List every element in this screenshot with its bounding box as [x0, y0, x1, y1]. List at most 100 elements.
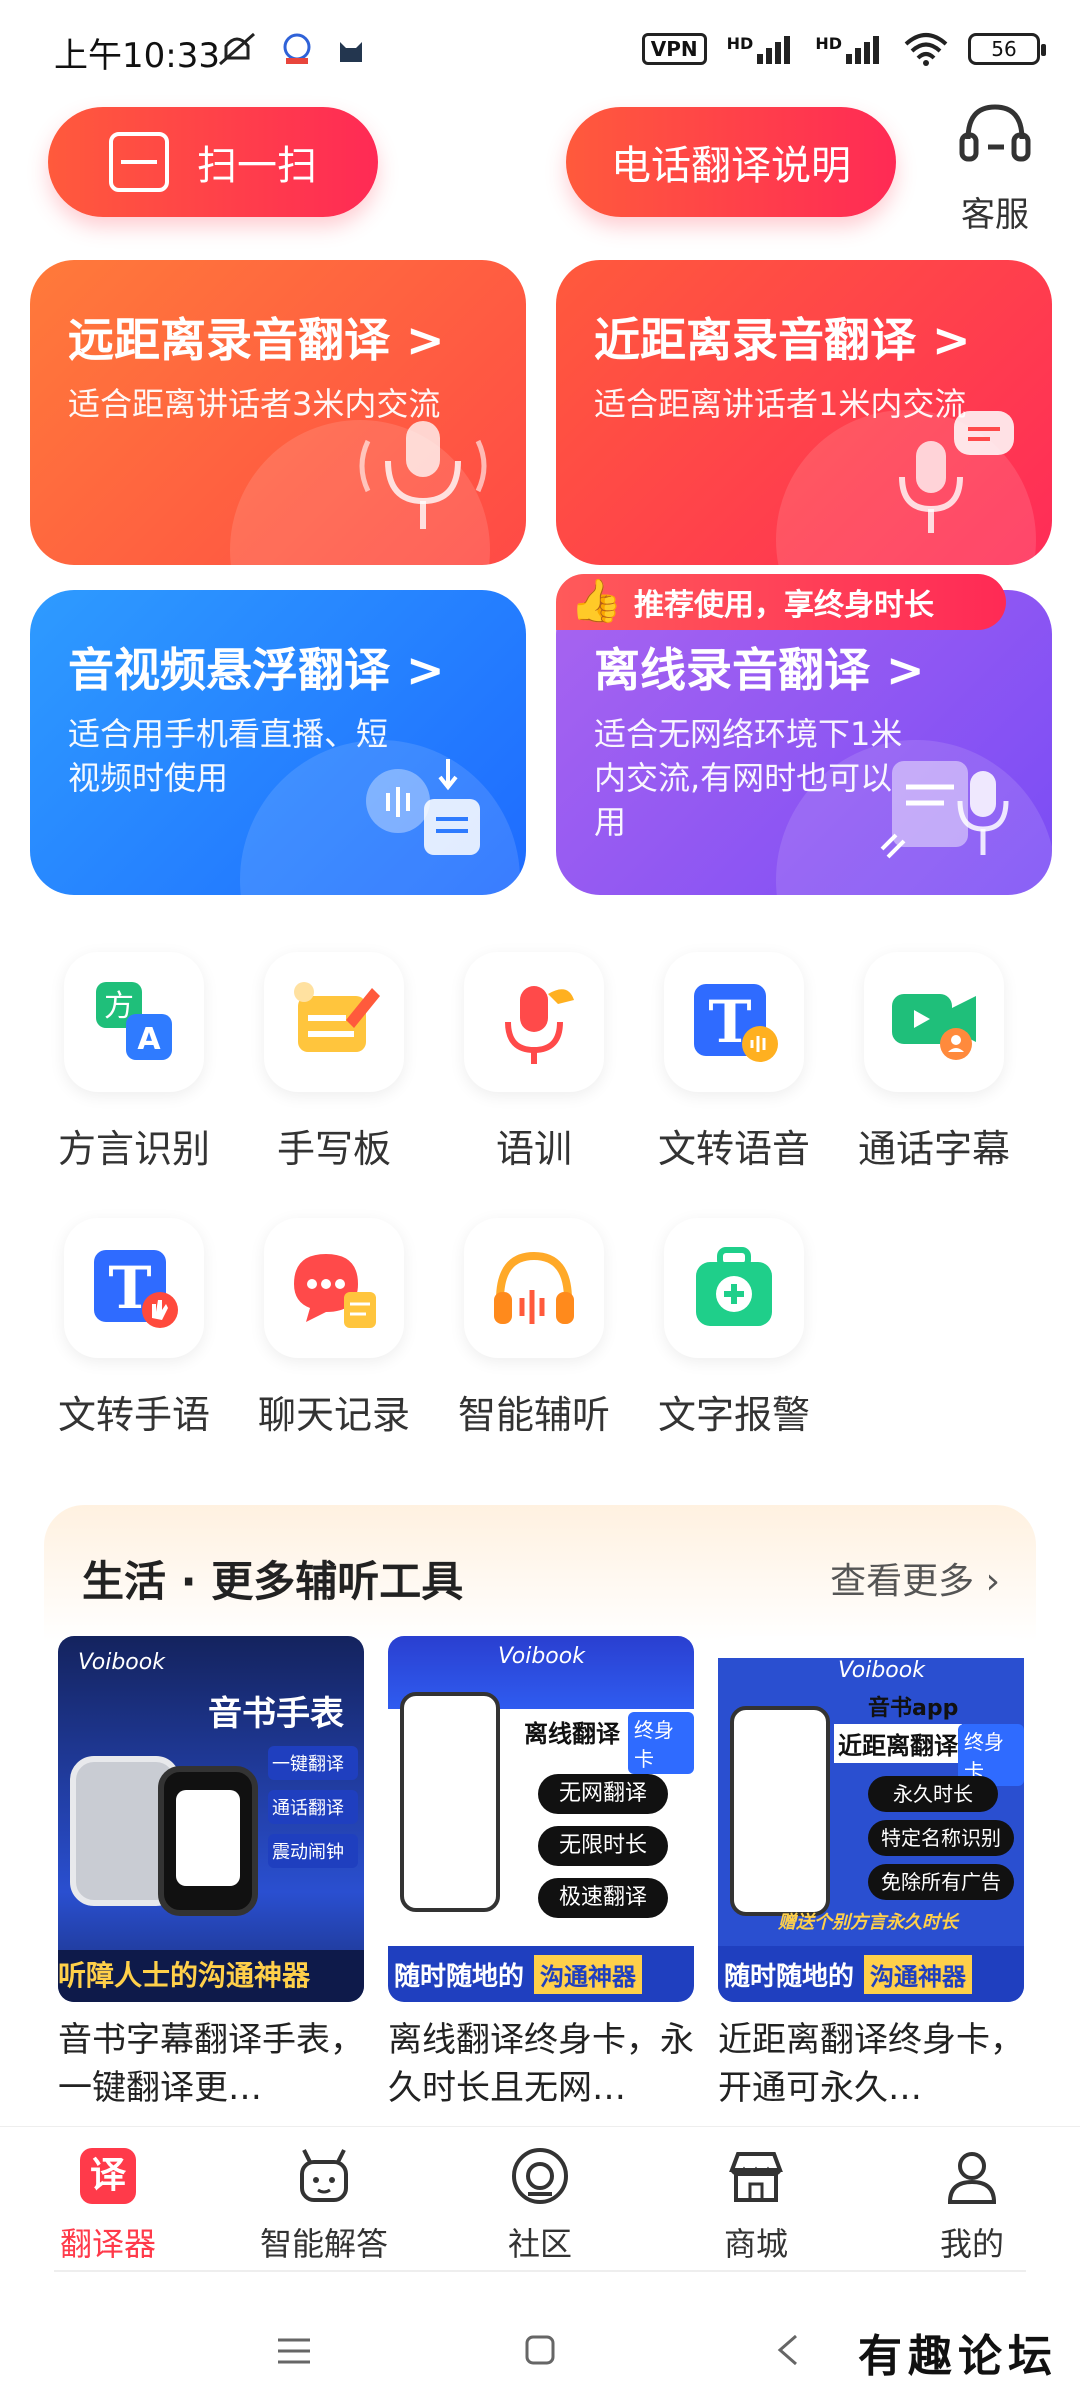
thumbs-up-icon: 👍 [570, 576, 623, 625]
product-headline: 音书手表 [208, 1694, 344, 1734]
tool-text-to-speech[interactable]: T 文转语音 [634, 952, 834, 1173]
tool-text-alarm[interactable]: 文字报警 [634, 1218, 834, 1439]
bottom-navigation: 译 翻译器 智能解答 社区 商城 我的 [0, 2126, 1080, 2276]
status-bar: 上午10:33 VPN HD HD 56 [0, 0, 1080, 100]
product-name: 音书字幕翻译手表，一键翻译更… [58, 2020, 364, 2108]
status-right: VPN HD HD 56 [641, 32, 1046, 66]
audio-document-icon [366, 759, 480, 855]
product-card-watch[interactable]: Voibook 音书手表 一键翻译 通话翻译 震动闹钟 听障人士的沟通神器 音书… [58, 1636, 364, 2112]
nav-label: 智能解答 [259, 2225, 388, 2263]
product-strip: 赠送个别方言永久时长 [778, 1912, 958, 1933]
text-alarm-icon [664, 1218, 804, 1358]
feature-tag: 永久时长 [868, 1776, 998, 1812]
tool-dialect-recognition[interactable]: 方A 方言识别 [34, 952, 234, 1173]
call-translation-guide-label: 电话翻译说明 [611, 143, 851, 189]
home-icon[interactable] [524, 2334, 556, 2366]
product-image-watch: Voibook 音书手表 一键翻译 通话翻译 震动闹钟 听障人士的沟通神器 [58, 1636, 364, 2002]
tool-label: 文转手语 [57, 1393, 210, 1437]
tool-call-subtitle[interactable]: 通话字幕 [834, 952, 1034, 1173]
product-name: 近距离翻译终身卡，开通可永久… [718, 2020, 1024, 2108]
tool-label: 方言识别 [57, 1127, 210, 1171]
card-title: 离线录音翻译 > [594, 643, 925, 697]
scan-button[interactable]: 扫一扫 [48, 107, 378, 217]
product-headline: 离线翻译 [524, 1720, 620, 1748]
banner-highlight: 沟通神器 [864, 1954, 973, 1994]
text-to-speech-icon: T [664, 952, 804, 1092]
feature-tag: 震动闹钟 [268, 1834, 358, 1868]
brand-logo: Voibook [78, 1650, 165, 1675]
av-floating-translation-card[interactable]: 音视频悬浮翻译 > 适合用手机看直播、短视频时使用 [30, 590, 526, 895]
nav-store[interactable]: 商城 [666, 2143, 846, 2265]
call-subtitle-icon [864, 952, 1004, 1092]
signal-icon [757, 36, 791, 64]
call-translation-guide-button[interactable]: 电话翻译说明 [566, 107, 896, 217]
product-card-offline[interactable]: Voibook 离线翻译 终身卡 无网翻译 无限时长 极速翻译 随时随地的 沟通… [388, 1636, 694, 2112]
offline-microphone-icon [880, 761, 1009, 859]
product-name: 离线翻译终身卡，永久时长且无网… [388, 2020, 694, 2108]
nav-community[interactable]: 社区 [450, 2143, 630, 2265]
back-icon[interactable] [776, 2332, 800, 2368]
phone-mockup [400, 1692, 500, 1912]
menu-icon[interactable] [276, 2336, 312, 2366]
community-icon [507, 2143, 573, 2209]
recommend-tag-label: 推荐使用，享终身时长 [634, 588, 934, 623]
tool-chat-history[interactable]: 聊天记录 [234, 1218, 434, 1439]
tool-text-to-sign[interactable]: T 文转手语 [34, 1218, 234, 1439]
translator-icon: 译 [75, 2143, 141, 2209]
product-banner: 随时随地的 沟通神器 [388, 1946, 694, 2002]
recommend-tag: 👍 推荐使用，享终身时长 [556, 574, 1006, 630]
product-card-near[interactable]: Voibook 音书app 近距离翻译 终身卡 永久时长 特定名称识别 免除所有… [718, 1636, 1024, 2112]
see-more-link[interactable]: 查看更多 › [830, 1552, 1000, 1604]
tool-label: 通话字幕 [857, 1127, 1010, 1171]
feature-tag: 特定名称识别 [868, 1820, 1014, 1856]
hearing-aid-icon [464, 1218, 604, 1358]
app-notification-icon [283, 33, 311, 64]
feature-tag: 无限时长 [538, 1826, 668, 1866]
card-title: 音视频悬浮翻译 > [68, 643, 445, 697]
nav-smart-answer[interactable]: 智能解答 [234, 2143, 414, 2265]
tool-handwriting[interactable]: 手写板 [234, 952, 434, 1173]
tool-label: 文字报警 [657, 1393, 810, 1437]
battery-indicator: 56 [968, 33, 1046, 65]
nav-profile[interactable]: 我的 [882, 2143, 1062, 2265]
product-banner: 随时随地的 沟通神器 [718, 1946, 1024, 2002]
product-headline-top: 音书app [868, 1696, 959, 1721]
offline-recording-card[interactable]: 离线录音翻译 > 适合无网络环境下1米内交流,有网时也可以用 [556, 590, 1052, 895]
cat-icon [340, 42, 362, 62]
svg-text:A: A [137, 1022, 161, 1057]
short-distance-recording-card[interactable]: 近距离录音翻译 > 适合距离讲话者1米内交流 [556, 260, 1052, 565]
signal-2-label: HD [815, 34, 842, 53]
mute-icon [219, 32, 255, 66]
profile-icon [939, 2143, 1005, 2209]
vpn-badge: VPN [641, 33, 707, 65]
microphone-waves-icon [359, 421, 487, 529]
scan-icon [109, 132, 169, 192]
tool-label: 语训 [495, 1127, 572, 1171]
chat-history-icon [264, 1218, 404, 1358]
long-distance-recording-card[interactable]: 远距离录音翻译 > 适合距离讲话者3米内交流 [30, 260, 526, 565]
speech-training-icon [464, 952, 604, 1092]
tag-list: 一键翻译 通话翻译 震动闹钟 [268, 1746, 358, 1868]
phone-mockup [730, 1706, 830, 1916]
scan-button-label: 扫一扫 [197, 143, 317, 189]
tool-hearing-aid[interactable]: 智能辅听 [434, 1218, 634, 1439]
brand-logo: Voibook [498, 1644, 585, 1669]
handwriting-icon [264, 952, 404, 1092]
feature-tag: 极速翻译 [538, 1878, 668, 1918]
tool-speech-training[interactable]: 语训 [434, 952, 634, 1173]
nav-translator[interactable]: 译 翻译器 [18, 2143, 198, 2265]
section-title: 生活 · 更多辅听工具 [82, 1557, 464, 1606]
product-image-offline: Voibook 离线翻译 终身卡 无网翻译 无限时长 极速翻译 随时随地的 沟通… [388, 1636, 694, 2002]
signal-1-label: HD [726, 34, 754, 53]
nav-label: 社区 [507, 2225, 572, 2263]
customer-service-button[interactable]: 客服 [940, 95, 1050, 236]
card-title: 近距离录音翻译 > [594, 313, 971, 367]
signal-1: HD [727, 34, 796, 64]
product-banner: 听障人士的沟通神器 [58, 1950, 364, 2002]
tool-label: 聊天记录 [257, 1393, 410, 1437]
watermark: 有趣论坛 [858, 2331, 1058, 2382]
robot-icon [291, 2143, 357, 2209]
banner-text: 随时随地的 [724, 1961, 855, 1992]
tool-label: 手写板 [276, 1127, 391, 1171]
signal-icon [846, 36, 879, 64]
